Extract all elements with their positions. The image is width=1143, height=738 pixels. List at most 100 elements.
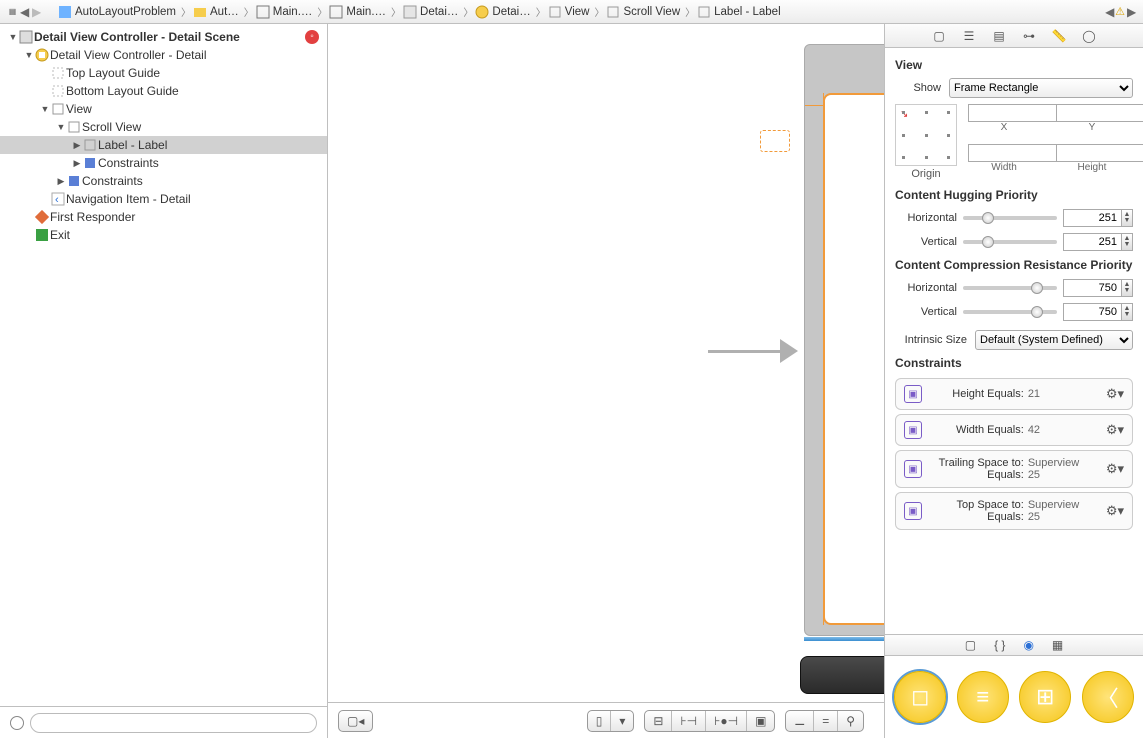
attributes-inspector-tab[interactable]: ⊶: [1020, 29, 1038, 43]
breadcrumb-item[interactable]: View〉: [548, 4, 607, 19]
compression-h-slider[interactable]: [963, 286, 1057, 290]
outline-row[interactable]: ▼ View: [0, 100, 327, 118]
outline-filter-field[interactable]: [30, 713, 317, 733]
zoom-buttons: ⚊ = ⚲: [785, 710, 864, 732]
size-inspector-tab[interactable]: 📏: [1050, 29, 1068, 43]
status-badge[interactable]: ◦: [305, 30, 319, 44]
disclosure-triangle-icon[interactable]: ▶: [72, 140, 82, 151]
outline-row[interactable]: Top Layout Guide: [0, 64, 327, 82]
related-items-icon[interactable]: ▦: [6, 9, 18, 15]
resolve-button[interactable]: ⊦●⊣: [706, 711, 747, 731]
zoom-out-button[interactable]: ⚊: [786, 711, 814, 731]
gear-icon[interactable]: ⚙▾: [1106, 503, 1124, 519]
breadcrumb-item[interactable]: Detai…〉: [403, 4, 475, 19]
height-field[interactable]: [1056, 144, 1143, 162]
media-lib-tab[interactable]: ▦: [1052, 638, 1063, 652]
constraints-icon: [82, 156, 98, 170]
form-factor-button[interactable]: ▯▾: [587, 710, 635, 732]
disclosure-triangle-icon[interactable]: ▶: [56, 176, 66, 187]
constraint-item[interactable]: ▣Trailing Space to:SuperviewEquals:25⚙▾: [895, 450, 1133, 488]
disclosure-triangle-icon[interactable]: ▼: [24, 50, 34, 60]
hugging-h-field[interactable]: [1063, 209, 1121, 227]
device-frame: UIScrollView Label 4: [804, 44, 885, 636]
scene-gray-icon: [18, 30, 34, 44]
outline-row-label: Top Layout Guide: [66, 66, 160, 80]
disclosure-triangle-icon[interactable]: ▶: [72, 158, 82, 169]
outline-row-label: View: [66, 102, 92, 116]
align-button[interactable]: ⊟: [645, 711, 672, 731]
gear-icon[interactable]: ⚙▾: [1106, 386, 1124, 402]
library-item[interactable]: ≡: [952, 660, 1015, 734]
library-item[interactable]: ◻: [889, 660, 952, 734]
view-icon: [606, 5, 620, 19]
outline-row[interactable]: ▶ Constraints: [0, 172, 327, 190]
file-inspector-tab[interactable]: ▢: [930, 29, 948, 43]
outline-row[interactable]: ▼Scroll View: [0, 118, 327, 136]
show-select[interactable]: Frame Rectangle: [949, 78, 1133, 98]
origin-label: Origin: [895, 166, 957, 180]
exit-icon: ➜: [34, 228, 50, 242]
connections-inspector-tab[interactable]: ◯: [1080, 29, 1098, 43]
outline-row[interactable]: ▼Detail View Controller - Detail Scene◦: [0, 28, 327, 46]
outline-row-label: Constraints: [82, 174, 143, 188]
outline-row[interactable]: ▶Constraints: [0, 154, 327, 172]
breadcrumb-item[interactable]: Main.…〉: [256, 4, 330, 19]
warning-icon[interactable]: ⚠: [1115, 5, 1125, 18]
toggle-outline-button[interactable]: ▢◂: [338, 710, 373, 732]
identity-inspector-tab[interactable]: ▤: [990, 29, 1008, 43]
zoom-fit-button[interactable]: =: [814, 711, 838, 731]
guide-icon: [50, 66, 66, 80]
disclosure-triangle-icon[interactable]: ▼: [40, 104, 50, 114]
filter-icon[interactable]: [10, 716, 24, 730]
gear-icon[interactable]: ⚙▾: [1106, 461, 1124, 477]
library-item[interactable]: ⊞: [1014, 660, 1077, 734]
compression-v-slider[interactable]: [963, 310, 1057, 314]
hugging-h-slider[interactable]: [963, 216, 1057, 220]
code-snippet-lib-tab[interactable]: { }: [994, 638, 1005, 652]
disclosure-triangle-icon[interactable]: ▼: [8, 32, 18, 42]
chevron-right-icon: 〉: [592, 4, 606, 19]
breadcrumb-item[interactable]: Main.…〉: [329, 4, 403, 19]
object-library[interactable]: ◻ ≡ ⊞ 〈: [885, 656, 1143, 738]
hugging-v-field[interactable]: [1063, 233, 1121, 251]
compression-v-field[interactable]: [1063, 303, 1121, 321]
breadcrumb-item[interactable]: AutoLayoutProblem〉: [58, 4, 193, 19]
object-lib-tab[interactable]: ◉: [1023, 638, 1033, 652]
interface-builder-canvas[interactable]: UIScrollView Label 4: [328, 24, 884, 702]
pin-button[interactable]: ⊦⊣: [672, 711, 706, 731]
prev-issue-icon[interactable]: ◀: [1103, 5, 1115, 19]
gear-icon[interactable]: ⚙▾: [1106, 422, 1124, 438]
breadcrumb-item[interactable]: Label - Label: [697, 5, 781, 19]
canvas-panel: UIScrollView Label 4: [328, 24, 885, 738]
constraint-icon: ▣: [904, 460, 922, 478]
next-issue-icon[interactable]: ▶: [1125, 5, 1137, 19]
constraint-item[interactable]: ▣Height Equals:21⚙▾: [895, 378, 1133, 410]
intrinsic-select[interactable]: Default (System Defined): [975, 330, 1133, 350]
outline-row[interactable]: ‹Navigation Item - Detail: [0, 190, 327, 208]
nav-forward-icon[interactable]: ▶: [30, 5, 42, 19]
zoom-in-button[interactable]: ⚲: [838, 711, 863, 731]
resize-button[interactable]: ▣: [747, 711, 774, 731]
outline-row[interactable]: ▼Detail View Controller - Detail: [0, 46, 327, 64]
breadcrumb-item[interactable]: Scroll View〉: [606, 4, 697, 19]
library-item[interactable]: 〈: [1077, 660, 1140, 734]
compression-h-field[interactable]: [1063, 279, 1121, 297]
breadcrumb-item[interactable]: Aut…〉: [193, 4, 256, 19]
outline-row[interactable]: ▶Label - Label: [0, 136, 327, 154]
outline-row[interactable]: ➜Exit: [0, 226, 327, 244]
file-template-lib-tab[interactable]: ▢: [965, 638, 976, 652]
hugging-v-slider[interactable]: [963, 240, 1057, 244]
outline-row[interactable]: First Responder: [0, 208, 327, 226]
quick-help-tab[interactable]: ☰: [960, 29, 978, 43]
outline-row[interactable]: Bottom Layout Guide: [0, 82, 327, 100]
outline-row-label: Navigation Item - Detail: [66, 192, 191, 206]
disclosure-triangle-icon[interactable]: ▼: [56, 122, 66, 132]
origin-control[interactable]: ↘: [895, 104, 957, 166]
scroll-view[interactable]: UIScrollView Label 4: [823, 93, 885, 625]
nav-back-icon[interactable]: ◀: [18, 5, 30, 19]
breadcrumb-item[interactable]: Detai…〉: [475, 4, 547, 19]
inspector-tab-bar: ▢ ☰ ▤ ⊶ 📏 ◯: [885, 24, 1143, 48]
constraint-item[interactable]: ▣Top Space to:SuperviewEquals:25⚙▾: [895, 492, 1133, 530]
y-field[interactable]: [1056, 104, 1143, 122]
constraint-item[interactable]: ▣Width Equals:42⚙▾: [895, 414, 1133, 446]
